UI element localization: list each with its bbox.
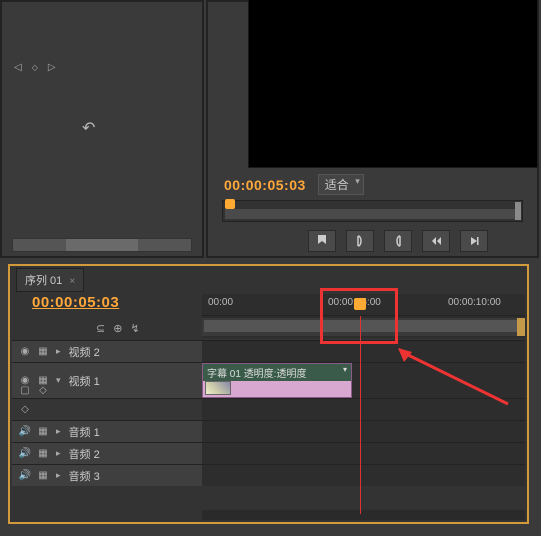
step-back-button[interactable]: [422, 230, 450, 252]
track-lane-a1[interactable]: [202, 421, 525, 442]
timeline-panel: 序列 01 × 00:00:05:03 ⊆ ⊕ ↯ 00:00 00:00:05…: [8, 264, 529, 524]
program-timecode[interactable]: 00:00:05:03: [224, 177, 306, 193]
undo-icon[interactable]: ↶: [82, 118, 95, 138]
prev-keyframe-button[interactable]: ◁: [14, 62, 22, 73]
sequence-tab-label: 序列 01: [25, 275, 62, 287]
timeline-h-scrollbar[interactable]: [202, 510, 525, 520]
track-label: 音频 3: [69, 468, 100, 484]
snap-icon[interactable]: ⊆: [96, 322, 105, 335]
keyframe-icon[interactable]: ◇: [36, 383, 50, 397]
track-lane-v1[interactable]: 字幕 01 透明度:透明度 ▾: [202, 363, 525, 398]
eye-icon[interactable]: ◉: [18, 345, 32, 359]
speaker-icon[interactable]: 🔊: [18, 469, 32, 483]
track-target-icon[interactable]: ▦: [36, 425, 50, 439]
time-ruler[interactable]: 00:00 00:00:05:00 00:00:10:00: [202, 294, 525, 338]
add-keyframe-button[interactable]: ◇: [32, 63, 38, 72]
track-header-a3[interactable]: 🔊 ▦ ▸ 音频 3: [12, 465, 202, 486]
expand-icon[interactable]: ▸: [56, 426, 61, 437]
expand-icon[interactable]: ▸: [56, 448, 61, 459]
speaker-icon[interactable]: 🔊: [18, 447, 32, 461]
timeline-timecode[interactable]: 00:00:05:03: [32, 294, 198, 311]
track-style-icon[interactable]: ▢: [18, 383, 32, 397]
timeline-playhead[interactable]: [354, 298, 366, 310]
ruler-mark: 00:00:10:00: [448, 297, 501, 308]
track-label: 音频 2: [69, 446, 100, 462]
track-label: 视频 1: [69, 373, 100, 389]
clip-name: 字幕 01: [207, 369, 241, 380]
playhead-line: [360, 316, 361, 514]
keyframe-icon[interactable]: ◇: [18, 403, 32, 417]
track-header-a1[interactable]: 🔊 ▦ ▸ 音频 1: [12, 421, 202, 442]
sync-lock-icon[interactable]: ⊕: [113, 322, 122, 335]
clip-effect-label: 透明度:透明度: [244, 369, 307, 380]
track-header-v1[interactable]: ◉ ▦ ▾ 视频 1 ▢ ◇: [12, 363, 202, 398]
marker-button[interactable]: [308, 230, 336, 252]
play-button[interactable]: [460, 230, 488, 252]
clip-menu-icon[interactable]: ▾: [343, 365, 347, 374]
speaker-icon[interactable]: 🔊: [18, 425, 32, 439]
ruler-mark: 00:00: [208, 297, 233, 308]
zoom-fit-dropdown[interactable]: 适合: [318, 174, 364, 195]
track-header-v2[interactable]: ◉ ▦ ▸ 视频 2: [12, 341, 202, 362]
track-spacer: ◇: [12, 399, 202, 420]
track-label: 视频 2: [69, 344, 100, 360]
track-target-icon[interactable]: ▦: [36, 447, 50, 461]
track-target-icon[interactable]: ▦: [36, 469, 50, 483]
track-label: 音频 1: [69, 424, 100, 440]
track-lane-a2[interactable]: [202, 443, 525, 464]
collapse-icon[interactable]: ▾: [56, 375, 61, 386]
track-lane-v2[interactable]: [202, 341, 525, 362]
expand-icon[interactable]: ▸: [56, 346, 61, 357]
track-target-icon[interactable]: ▦: [36, 345, 50, 359]
program-monitor-panel: 00:00:05:03 适合: [206, 0, 539, 258]
program-scrubber[interactable]: [222, 200, 523, 222]
in-point-button[interactable]: [346, 230, 374, 252]
effect-controls-panel: ◁ ◇ ▷ ↶: [0, 0, 204, 258]
program-playhead[interactable]: [225, 199, 235, 209]
panel-scrollbar[interactable]: [12, 238, 192, 252]
wrench-icon[interactable]: ↯: [130, 322, 139, 335]
next-keyframe-button[interactable]: ▷: [48, 62, 56, 73]
clip-thumbnail: [205, 381, 231, 395]
close-tab-icon[interactable]: ×: [69, 276, 75, 287]
sequence-tab[interactable]: 序列 01 ×: [16, 268, 84, 292]
track-lane-spacer: [202, 399, 525, 420]
expand-icon[interactable]: ▸: [56, 470, 61, 481]
track-header-a2[interactable]: 🔊 ▦ ▸ 音频 2: [12, 443, 202, 464]
track-lane-a3[interactable]: [202, 465, 525, 486]
out-point-button[interactable]: [384, 230, 412, 252]
clip-subtitle[interactable]: 字幕 01 透明度:透明度 ▾: [202, 363, 352, 398]
preview-viewport[interactable]: [248, 0, 538, 168]
